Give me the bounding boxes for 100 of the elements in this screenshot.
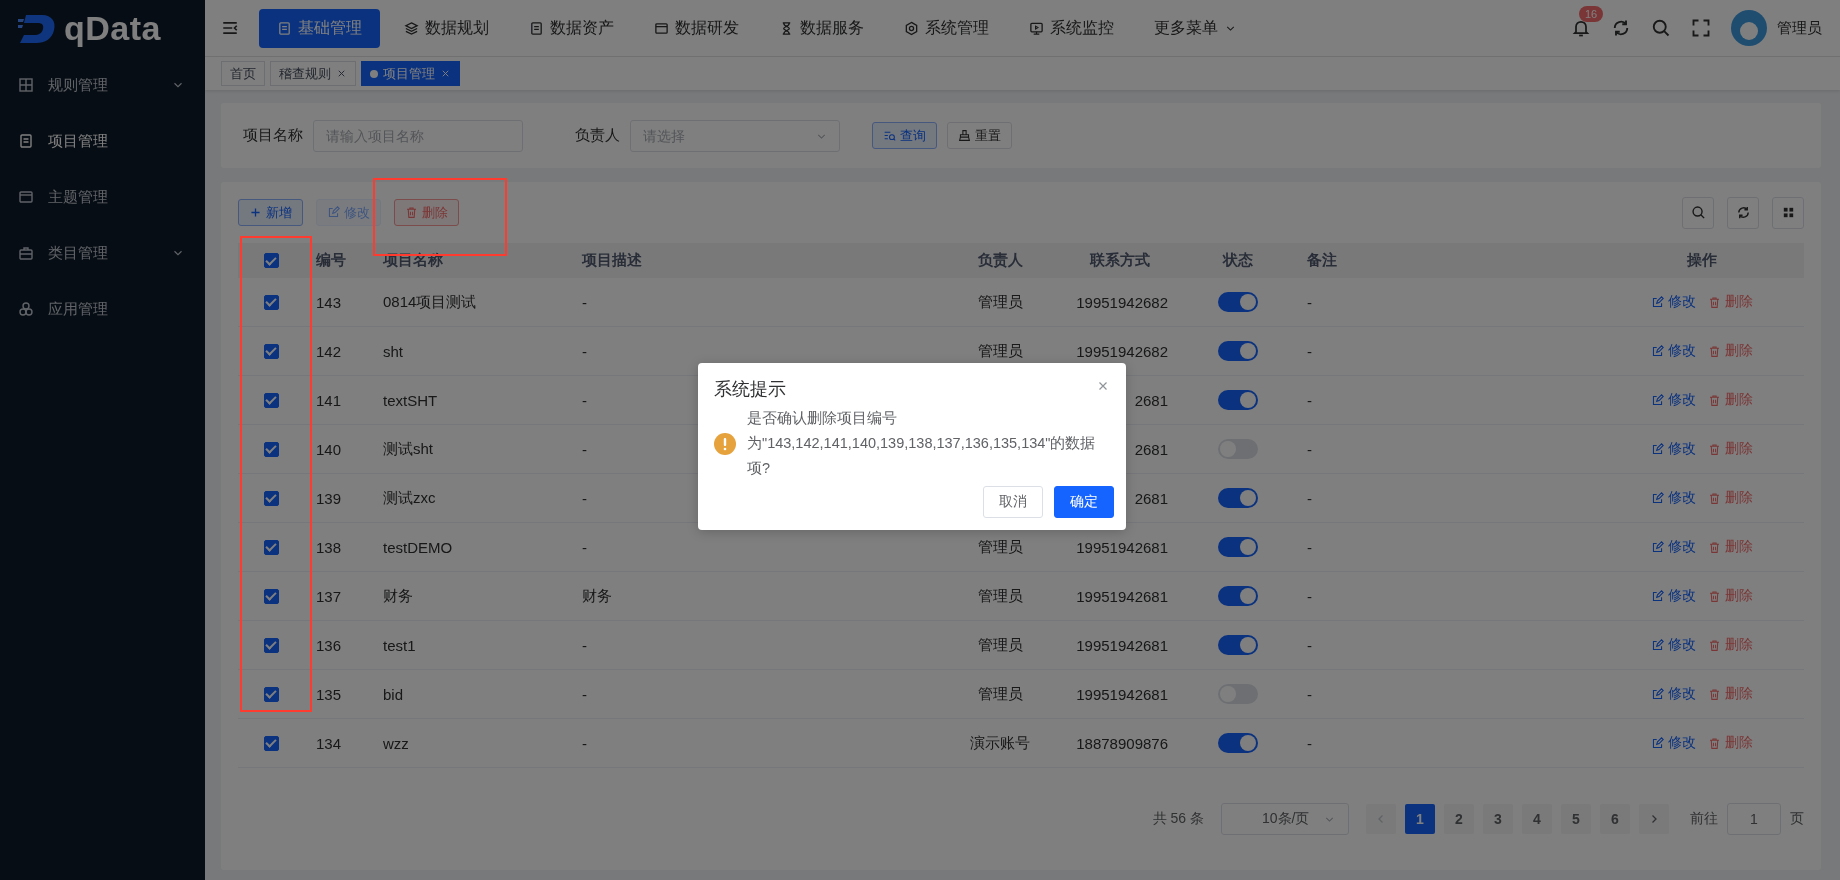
- checkbox[interactable]: [263, 637, 279, 653]
- table-cell: 管理员: [940, 278, 1060, 327]
- page-tab[interactable]: 首页: [221, 61, 265, 86]
- page-button[interactable]: 5: [1561, 804, 1591, 834]
- delete-link[interactable]: 删除: [1708, 342, 1753, 360]
- table-cell: 0814项目测试: [371, 278, 570, 327]
- cancel-button[interactable]: 取消: [983, 486, 1043, 518]
- delete-link[interactable]: 删除: [1708, 587, 1753, 605]
- sidebar-item[interactable]: 规则管理: [0, 57, 205, 113]
- delete-link[interactable]: 删除: [1708, 391, 1753, 409]
- page-tab[interactable]: 项目管理: [361, 61, 460, 86]
- sidebar-item[interactable]: 类目管理: [0, 225, 205, 281]
- edit-link[interactable]: 修改: [1651, 489, 1696, 507]
- checkbox[interactable]: [263, 441, 279, 457]
- page-size-select[interactable]: 10条/页: [1221, 803, 1349, 835]
- edit-icon: [1651, 442, 1664, 456]
- trash-icon: [1708, 687, 1721, 701]
- delete-link[interactable]: 删除: [1708, 685, 1753, 703]
- delete-link[interactable]: 删除: [1708, 440, 1753, 458]
- nav-tab[interactable]: 数据服务: [763, 8, 880, 48]
- add-button[interactable]: 新增: [238, 199, 303, 226]
- delete-link[interactable]: 删除: [1708, 489, 1753, 507]
- fullscreen-icon[interactable]: [1691, 18, 1711, 38]
- edit-link[interactable]: 修改: [1651, 391, 1696, 409]
- briefcase-icon: [18, 245, 34, 261]
- table-cell: -: [1295, 278, 1600, 327]
- sidebar-item[interactable]: 项目管理: [0, 113, 205, 169]
- status-toggle[interactable]: [1217, 586, 1258, 606]
- status-toggle[interactable]: [1217, 733, 1258, 753]
- nav-tab[interactable]: 基础管理: [259, 8, 380, 48]
- checkbox[interactable]: [263, 294, 279, 310]
- edit-link[interactable]: 修改: [1651, 342, 1696, 360]
- checkbox[interactable]: [263, 588, 279, 604]
- query-button[interactable]: 查询: [872, 122, 937, 149]
- table-cell: bid: [371, 670, 570, 719]
- delete-link[interactable]: 删除: [1708, 734, 1753, 752]
- status-toggle[interactable]: [1217, 341, 1258, 361]
- edit-link[interactable]: 修改: [1651, 734, 1696, 752]
- delete-link[interactable]: 删除: [1708, 538, 1753, 556]
- circles-icon: [18, 301, 34, 317]
- edit-link[interactable]: 修改: [1651, 636, 1696, 654]
- page-button[interactable]: 4: [1522, 804, 1552, 834]
- sidebar-item[interactable]: 主题管理: [0, 169, 205, 225]
- sidebar-item[interactable]: 应用管理: [0, 281, 205, 337]
- edit-link[interactable]: 修改: [1651, 587, 1696, 605]
- table-cell: 134: [304, 719, 371, 768]
- plus-icon: [249, 206, 262, 219]
- edit-link[interactable]: 修改: [1651, 293, 1696, 311]
- nav-tab[interactable]: 系统监控: [1013, 8, 1130, 48]
- page-number-field[interactable]: 1: [1727, 803, 1781, 835]
- search-button[interactable]: [1682, 196, 1714, 229]
- refresh-button[interactable]: [1727, 196, 1759, 229]
- edit-link[interactable]: 修改: [1651, 538, 1696, 556]
- confirm-button[interactable]: 确定: [1054, 486, 1114, 518]
- page-button[interactable]: 6: [1600, 804, 1630, 834]
- avatar[interactable]: [1731, 10, 1767, 46]
- checkbox[interactable]: [263, 392, 279, 408]
- columns-button[interactable]: [1772, 196, 1804, 229]
- checkbox[interactable]: [263, 343, 279, 359]
- table-cell: -: [1295, 327, 1600, 376]
- edit-icon: [1651, 687, 1664, 701]
- user-name[interactable]: 管理员: [1777, 18, 1822, 38]
- edit-link[interactable]: 修改: [1651, 440, 1696, 458]
- delete-link[interactable]: 删除: [1708, 293, 1753, 311]
- delete-button[interactable]: 删除: [394, 199, 459, 226]
- edit-link[interactable]: 修改: [1651, 685, 1696, 703]
- nav-tab[interactable]: 数据规划: [388, 8, 505, 48]
- checkbox[interactable]: [263, 253, 279, 268]
- nav-tab[interactable]: 数据资产: [513, 8, 630, 48]
- document-icon: [18, 133, 34, 149]
- close-icon[interactable]: [336, 68, 347, 79]
- bell-icon[interactable]: [1571, 18, 1591, 38]
- checkbox[interactable]: [263, 735, 279, 751]
- status-toggle[interactable]: [1217, 390, 1258, 410]
- page-suffix: 页: [1790, 810, 1804, 828]
- page-button[interactable]: 1: [1405, 804, 1435, 834]
- status-toggle[interactable]: [1217, 537, 1258, 557]
- search-icon[interactable]: [1651, 18, 1671, 38]
- table-cell: 19951942681: [1060, 670, 1180, 719]
- table-cell: textSHT: [371, 376, 570, 425]
- reset-button[interactable]: 重置: [947, 122, 1012, 149]
- nav-tab[interactable]: 更多菜单: [1138, 8, 1253, 48]
- page-tab[interactable]: 稽查规则: [270, 61, 356, 86]
- status-toggle[interactable]: [1217, 635, 1258, 655]
- menu-icon[interactable]: [221, 19, 239, 37]
- refresh-icon[interactable]: [1611, 18, 1631, 38]
- checkbox[interactable]: [263, 686, 279, 702]
- checkbox[interactable]: [263, 490, 279, 506]
- goto-label: 前往: [1690, 810, 1718, 828]
- page-button[interactable]: 3: [1483, 804, 1513, 834]
- delete-link[interactable]: 删除: [1708, 636, 1753, 654]
- status-toggle[interactable]: [1217, 488, 1258, 508]
- checkbox[interactable]: [263, 539, 279, 555]
- logo-text: qData: [64, 9, 161, 48]
- nav-tab[interactable]: 数据研发: [638, 8, 755, 48]
- next-page-button[interactable]: [1639, 804, 1669, 834]
- nav-tab[interactable]: 系统管理: [888, 8, 1005, 48]
- page-button[interactable]: 2: [1444, 804, 1474, 834]
- close-icon[interactable]: [440, 68, 451, 79]
- status-toggle[interactable]: [1217, 292, 1258, 312]
